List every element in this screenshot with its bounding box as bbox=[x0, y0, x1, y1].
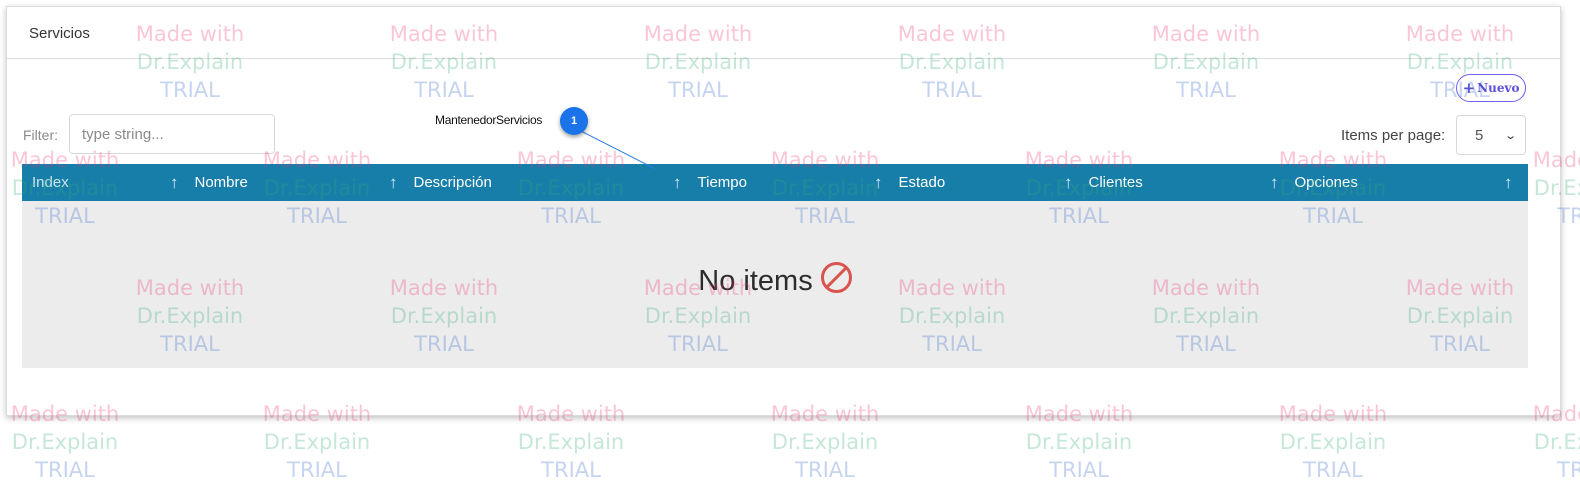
column-header-label: Clientes bbox=[1088, 174, 1143, 191]
callout-label: MantenedorServicios bbox=[435, 113, 543, 127]
chevron-down-icon: ⌄ bbox=[1503, 129, 1517, 142]
watermark-line: TRIAL bbox=[541, 458, 601, 482]
column-header-tiempo[interactable]: ↑ Tiempo bbox=[673, 164, 747, 201]
sort-arrow-icon: ↑ bbox=[673, 172, 682, 192]
watermark-line: TRIAL bbox=[1049, 458, 1109, 482]
filter-label: Filter: bbox=[23, 127, 58, 143]
table-header: Index ↑ Nombre ↑ Descripción ↑ Tiempo ↑ … bbox=[22, 164, 1528, 201]
watermark-line: TRIAL bbox=[35, 458, 95, 482]
watermark-line: Dr.Explain bbox=[517, 430, 625, 454]
callout-number-badge: 1 bbox=[560, 107, 588, 135]
column-header-label: Estado bbox=[898, 174, 946, 191]
items-per-page-select[interactable]: 5 ⌄ bbox=[1456, 115, 1526, 155]
column-header-label: Tiempo bbox=[697, 174, 747, 191]
empty-state-text: No items bbox=[698, 265, 813, 297]
watermark-line: Dr.Explain bbox=[263, 430, 371, 454]
column-header-extra[interactable]: ↑ bbox=[1504, 164, 1529, 201]
column-header-opciones[interactable]: ↑ Opciones bbox=[1270, 164, 1358, 201]
new-button[interactable]: + Nuevo bbox=[1456, 74, 1526, 102]
new-button-label: Nuevo bbox=[1477, 81, 1520, 95]
watermark-line: TRIAL bbox=[1303, 458, 1363, 482]
column-header-label: Index bbox=[32, 174, 69, 191]
sort-arrow-icon: ↑ bbox=[1504, 172, 1513, 192]
column-header-label: Opciones bbox=[1294, 174, 1358, 191]
sort-arrow-icon: ↑ bbox=[1270, 172, 1279, 192]
page-title: Servicios bbox=[29, 25, 90, 42]
watermark-line: Dr.Explain bbox=[1025, 430, 1133, 454]
column-header-estado[interactable]: ↑ Estado bbox=[874, 164, 945, 201]
watermark-line: Dr.Explain bbox=[11, 430, 119, 454]
watermark-line: TRIAL bbox=[795, 458, 855, 482]
items-per-page-value: 5 bbox=[1475, 126, 1484, 144]
card-header: Servicios bbox=[7, 7, 1560, 59]
watermark-line: Dr.Explain bbox=[1279, 430, 1387, 454]
watermark-line: TRIAL bbox=[1557, 458, 1580, 482]
ban-icon bbox=[820, 262, 852, 293]
watermark-line: Dr.Explain bbox=[1533, 430, 1580, 454]
sort-arrow-icon: ↑ bbox=[389, 172, 398, 192]
sort-arrow-icon: ↑ bbox=[170, 172, 179, 192]
services-table: Index ↑ Nombre ↑ Descripción ↑ Tiempo ↑ … bbox=[22, 164, 1528, 368]
watermark-line: Dr.Explain bbox=[771, 430, 879, 454]
items-per-page-label: Items per page: bbox=[1341, 127, 1446, 144]
column-header-nombre[interactable]: ↑ Nombre bbox=[170, 164, 248, 201]
sort-arrow-icon: ↑ bbox=[1064, 172, 1073, 192]
watermark-line: TRIAL bbox=[287, 458, 347, 482]
plus-icon: + bbox=[1462, 79, 1476, 97]
column-header-clientes[interactable]: ↑ Clientes bbox=[1064, 164, 1143, 201]
column-header-index[interactable]: Index bbox=[32, 164, 69, 201]
column-header-label: Nombre bbox=[194, 174, 248, 191]
column-header-descripcion[interactable]: ↑ Descripción bbox=[389, 164, 492, 201]
filter-input[interactable] bbox=[69, 114, 275, 154]
sort-arrow-icon: ↑ bbox=[874, 172, 883, 192]
column-header-label: Descripción bbox=[413, 174, 492, 191]
empty-state: No items bbox=[22, 262, 1528, 298]
